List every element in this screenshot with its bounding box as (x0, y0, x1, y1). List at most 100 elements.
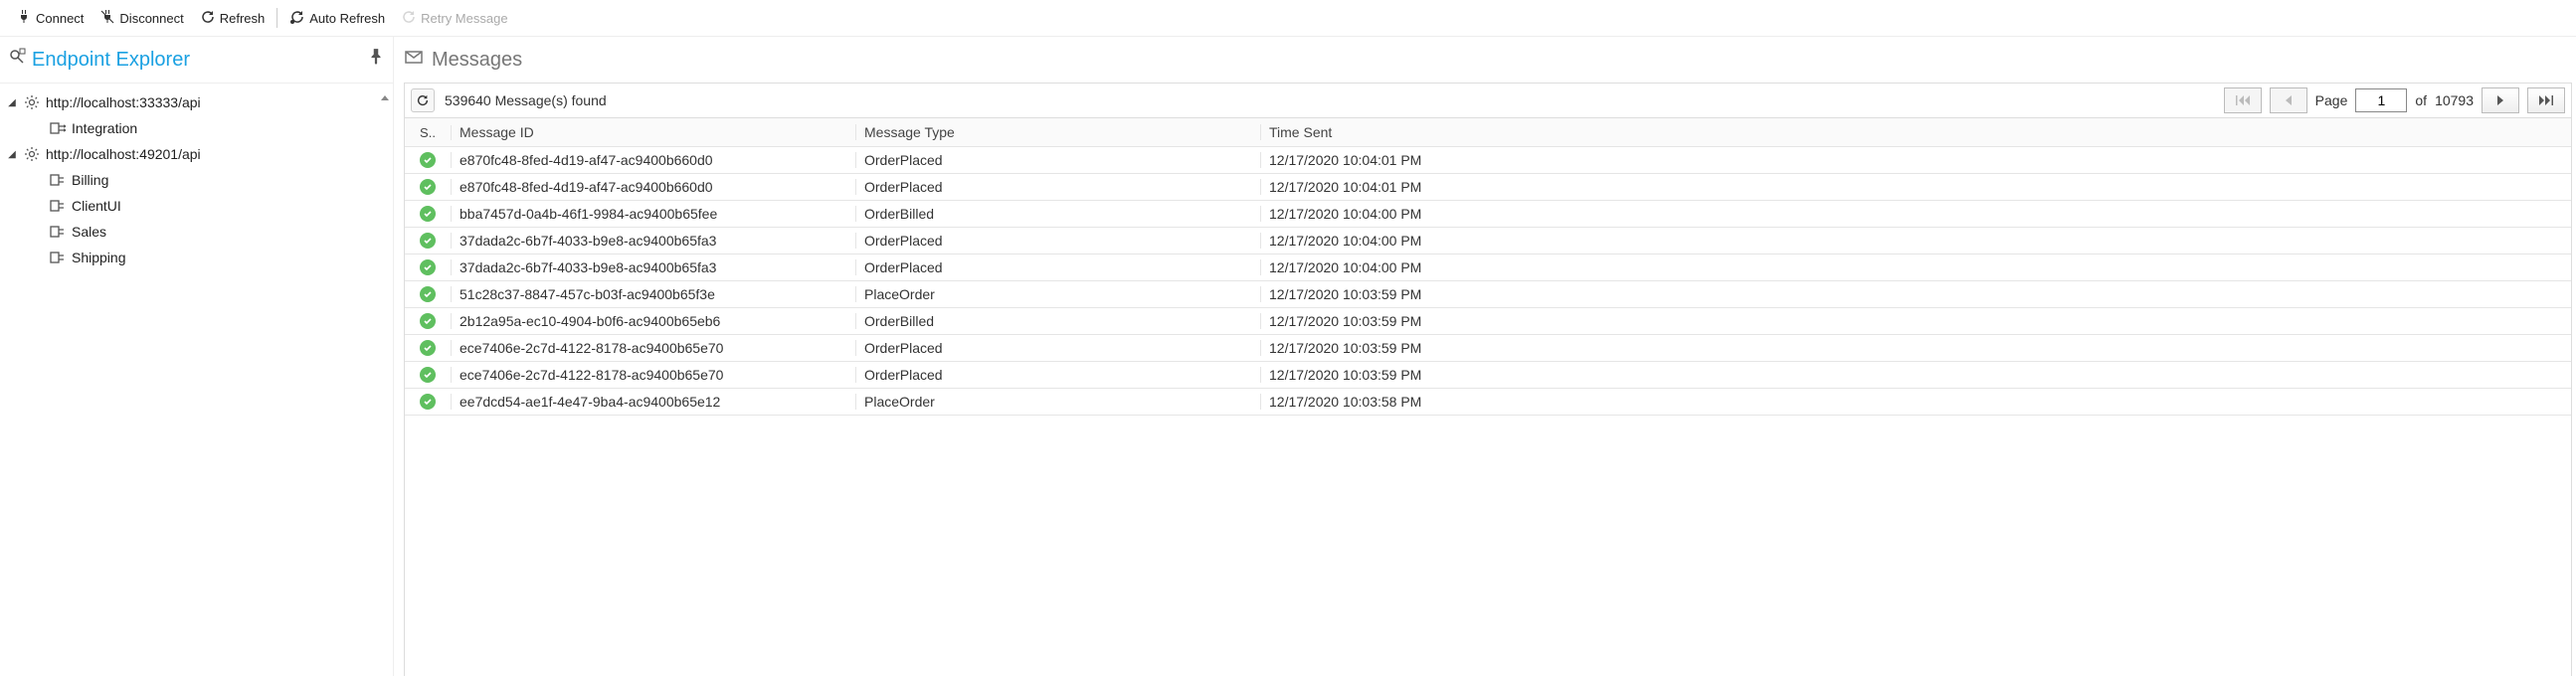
endpoint-tree[interactable]: ◢ http://localhost:33333/api Integration… (0, 83, 393, 676)
gear-icon (24, 146, 40, 162)
refresh-button[interactable]: Refresh (192, 7, 274, 30)
time-sent-cell: 12/17/2020 10:04:01 PM (1261, 179, 2571, 195)
message-type-cell: OrderBilled (856, 206, 1261, 222)
gear-icon (24, 94, 40, 110)
tree-root-label: http://localhost:49201/api (46, 146, 201, 162)
messages-title: Messages (432, 49, 522, 72)
endpoint-icon (50, 120, 66, 136)
connect-label: Connect (36, 11, 84, 26)
tree-endpoint[interactable]: ClientUI (32, 193, 393, 219)
check-circle-icon (420, 179, 436, 195)
retry-icon (401, 9, 417, 28)
tree-endpoint[interactable]: Shipping (32, 245, 393, 270)
table-row[interactable]: 2b12a95a-ec10-4904-b0f6-ac9400b65eb6Orde… (405, 308, 2571, 335)
tree-root[interactable]: ◢ http://localhost:33333/api (0, 89, 393, 115)
pager-of-label: of (2415, 92, 2427, 108)
column-time-sent[interactable]: Time Sent (1261, 124, 2571, 140)
status-cell (405, 206, 452, 222)
time-sent-cell: 12/17/2020 10:03:59 PM (1261, 313, 2571, 329)
pin-icon[interactable] (367, 48, 385, 72)
check-circle-icon (420, 259, 436, 275)
message-id-cell: ece7406e-2c7d-4122-8178-ac9400b65e70 (452, 340, 856, 356)
table-row[interactable]: ece7406e-2c7d-4122-8178-ac9400b65e70Orde… (405, 362, 2571, 389)
plug-icon (16, 9, 32, 28)
endpoint-icon (50, 224, 66, 240)
check-circle-icon (420, 367, 436, 383)
table-row[interactable]: 37dada2c-6b7f-4033-b9e8-ac9400b65fa3Orde… (405, 228, 2571, 254)
message-type-cell: OrderPlaced (856, 179, 1261, 195)
status-cell (405, 259, 452, 275)
message-type-cell: OrderPlaced (856, 152, 1261, 168)
check-circle-icon (420, 313, 436, 329)
scroll-up-icon[interactable] (379, 92, 391, 107)
time-sent-cell: 12/17/2020 10:04:01 PM (1261, 152, 2571, 168)
check-circle-icon (420, 340, 436, 356)
messages-toolbar: 539640 Message(s) found Page of 10793 (404, 83, 2572, 117)
refresh-label: Refresh (220, 11, 266, 26)
status-cell (405, 233, 452, 249)
disconnect-label: Disconnect (119, 11, 183, 26)
message-type-cell: OrderPlaced (856, 340, 1261, 356)
message-id-cell: e870fc48-8fed-4d19-af47-ac9400b660d0 (452, 179, 856, 195)
connect-button[interactable]: Connect (8, 7, 92, 30)
pager-page-input[interactable] (2355, 88, 2407, 112)
explorer-header: Endpoint Explorer (0, 37, 393, 83)
auto-refresh-button[interactable]: Auto Refresh (281, 7, 393, 30)
retry-message-button: Retry Message (393, 7, 515, 30)
pager-next-button[interactable] (2482, 87, 2519, 113)
tree-endpoint[interactable]: Sales (32, 219, 393, 245)
messages-refresh-button[interactable] (411, 88, 435, 112)
retry-label: Retry Message (421, 11, 507, 26)
auto-refresh-icon (289, 9, 305, 28)
refresh-icon (200, 9, 216, 28)
check-circle-icon (420, 233, 436, 249)
time-sent-cell: 12/17/2020 10:03:59 PM (1261, 340, 2571, 356)
status-cell (405, 179, 452, 195)
disconnect-button[interactable]: Disconnect (92, 7, 191, 30)
column-status[interactable]: S.. (405, 125, 452, 140)
table-row[interactable]: e870fc48-8fed-4d19-af47-ac9400b660d0Orde… (405, 174, 2571, 201)
column-message-id[interactable]: Message ID (452, 124, 856, 140)
message-id-cell: 37dada2c-6b7f-4033-b9e8-ac9400b65fa3 (452, 233, 856, 249)
pager-last-button[interactable] (2527, 87, 2565, 113)
tree-endpoint[interactable]: Billing (32, 167, 393, 193)
check-circle-icon (420, 152, 436, 168)
tree-endpoint-label: Integration (72, 120, 137, 136)
message-id-cell: 37dada2c-6b7f-4033-b9e8-ac9400b65fa3 (452, 259, 856, 275)
message-id-cell: e870fc48-8fed-4d19-af47-ac9400b660d0 (452, 152, 856, 168)
time-sent-cell: 12/17/2020 10:04:00 PM (1261, 233, 2571, 249)
message-type-cell: PlaceOrder (856, 394, 1261, 410)
status-cell (405, 340, 452, 356)
message-type-cell: OrderPlaced (856, 367, 1261, 383)
table-row[interactable]: e870fc48-8fed-4d19-af47-ac9400b660d0Orde… (405, 147, 2571, 174)
messages-pane: Messages 539640 Message(s) found Page (394, 37, 2576, 676)
explorer-title: Endpoint Explorer (32, 49, 190, 72)
explorer-icon (8, 48, 26, 72)
message-id-cell: ece7406e-2c7d-4122-8178-ac9400b65e70 (452, 367, 856, 383)
status-cell (405, 152, 452, 168)
grid-header: S.. Message ID Message Type Time Sent (405, 118, 2571, 147)
chevron-down-icon[interactable]: ◢ (6, 149, 18, 160)
pager-first-button[interactable] (2224, 87, 2262, 113)
pager-prev-button[interactable] (2270, 87, 2307, 113)
table-row[interactable]: ece7406e-2c7d-4122-8178-ac9400b65e70Orde… (405, 335, 2571, 362)
auto-refresh-label: Auto Refresh (309, 11, 385, 26)
tree-root[interactable]: ◢ http://localhost:49201/api (0, 141, 393, 167)
table-row[interactable]: ee7dcd54-ae1f-4e47-9ba4-ac9400b65e12Plac… (405, 389, 2571, 416)
endpoint-icon (50, 198, 66, 214)
tree-endpoint-label: Shipping (72, 250, 126, 265)
toolbar-separator (276, 8, 277, 28)
table-row[interactable]: 51c28c37-8847-457c-b03f-ac9400b65f3ePlac… (405, 281, 2571, 308)
messages-found-text: 539640 Message(s) found (445, 92, 607, 108)
tree-endpoint-label: Billing (72, 172, 108, 188)
column-message-type[interactable]: Message Type (856, 124, 1261, 140)
message-id-cell: ee7dcd54-ae1f-4e47-9ba4-ac9400b65e12 (452, 394, 856, 410)
time-sent-cell: 12/17/2020 10:03:58 PM (1261, 394, 2571, 410)
table-row[interactable]: bba7457d-0a4b-46f1-9984-ac9400b65feeOrde… (405, 201, 2571, 228)
tree-endpoint[interactable]: Integration (32, 115, 393, 141)
unplug-icon (99, 9, 115, 28)
message-type-cell: OrderPlaced (856, 233, 1261, 249)
chevron-down-icon[interactable]: ◢ (6, 97, 18, 108)
table-row[interactable]: 37dada2c-6b7f-4033-b9e8-ac9400b65fa3Orde… (405, 254, 2571, 281)
message-id-cell: bba7457d-0a4b-46f1-9984-ac9400b65fee (452, 206, 856, 222)
